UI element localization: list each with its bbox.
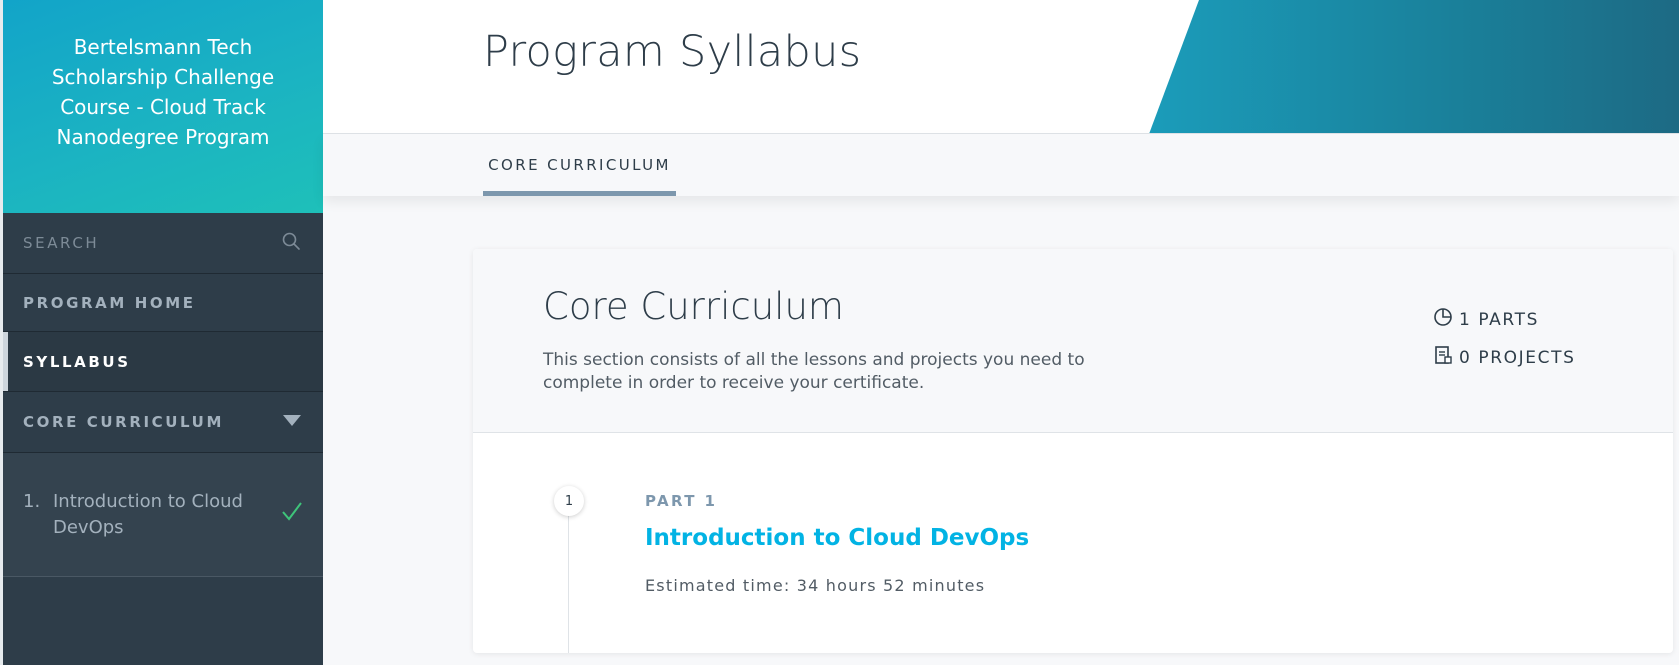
sidebar: Bertelsmann Tech Scholarship Challenge C… — [0, 0, 323, 665]
tab-core-curriculum[interactable]: CORE CURRICULUM — [483, 134, 676, 196]
header-banner — [1149, 0, 1679, 133]
search-icon[interactable] — [281, 231, 301, 255]
page-header: Program Syllabus — [323, 0, 1679, 134]
program-title: Bertelsmann Tech Scholarship Challenge C… — [51, 35, 275, 149]
active-indicator — [3, 332, 8, 391]
lesson-title: Introduction to Cloud DevOps — [53, 491, 243, 538]
card-header: Core Curriculum This section consists of… — [473, 249, 1673, 433]
page-title: Program Syllabus — [483, 27, 862, 77]
estimated-time: Estimated time: 34 hours 52 minutes — [645, 576, 986, 595]
curriculum-card: Core Curriculum This section consists of… — [473, 249, 1673, 653]
sidebar-footer-space — [3, 577, 323, 665]
app-root: Bertelsmann Tech Scholarship Challenge C… — [0, 0, 1679, 665]
project-icon — [1433, 345, 1459, 370]
pie-chart-icon — [1433, 307, 1459, 332]
sidebar-lesson-item[interactable]: 1. Introduction to Cloud DevOps — [3, 453, 323, 577]
sidebar-item-label: SYLLABUS — [23, 352, 131, 371]
parts-count: 1 PARTS — [1459, 309, 1539, 330]
timeline-line — [568, 515, 569, 653]
projects-count: 0 PROJECTS — [1459, 347, 1576, 368]
lesson-text: 1. Introduction to Cloud DevOps — [23, 489, 253, 576]
lesson-number: 1. — [23, 491, 41, 512]
sidebar-search[interactable]: SEARCH — [3, 213, 323, 274]
caret-down-icon[interactable] — [283, 413, 301, 431]
part-label: PART 1 — [645, 492, 718, 510]
part-title-link[interactable]: Introduction to Cloud DevOps — [645, 525, 1029, 551]
tab-bar: CORE CURRICULUM — [323, 134, 1679, 196]
step-number-badge: 1 — [554, 486, 584, 516]
parts-stat: 1 PARTS — [1433, 307, 1539, 332]
sidebar-item-program-home[interactable]: PROGRAM HOME — [3, 274, 323, 332]
checkmark-icon — [281, 501, 303, 576]
sidebar-item-label: PROGRAM HOME — [23, 293, 196, 312]
search-label: SEARCH — [23, 234, 100, 252]
section-title: Core Curriculum — [543, 285, 844, 328]
sidebar-item-syllabus[interactable]: SYLLABUS — [3, 332, 323, 392]
sidebar-header: Bertelsmann Tech Scholarship Challenge C… — [3, 0, 323, 213]
section-description: This section consists of all the lessons… — [543, 350, 1085, 393]
projects-stat: 0 PROJECTS — [1433, 345, 1575, 370]
sidebar-item-label: CORE CURRICULUM — [23, 413, 224, 431]
sidebar-item-core-curriculum[interactable]: CORE CURRICULUM — [3, 392, 323, 453]
